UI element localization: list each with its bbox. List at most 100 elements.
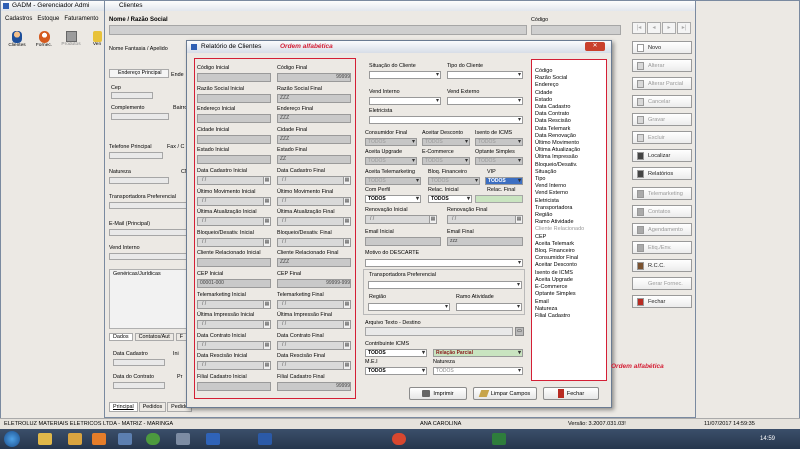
folder-icon[interactable]: ▭ — [515, 327, 524, 336]
list-item[interactable]: Data Renovação — [535, 133, 605, 140]
natureza-field[interactable] — [109, 177, 169, 184]
field-input[interactable]: / / ▦ — [277, 237, 351, 247]
relac-inicial-select[interactable]: TODOS — [428, 195, 472, 203]
toolbar-vendas[interactable]: Ven — [89, 31, 105, 47]
field-input[interactable]: / / ▦ — [277, 340, 351, 350]
limpar-button[interactable]: Limpar Campos — [473, 387, 537, 400]
data-contrato-field[interactable] — [113, 382, 165, 389]
etiq-env-button[interactable]: Etiq./Env. — [632, 241, 692, 254]
tab-principal[interactable]: Principal — [109, 402, 138, 412]
cep-field[interactable] — [111, 92, 153, 99]
regiao-select[interactable] — [368, 303, 450, 311]
arquivo-texto-field[interactable] — [365, 327, 513, 336]
relat-rios-button[interactable]: Relatórios — [632, 167, 692, 180]
list-item[interactable]: Cidade — [535, 90, 605, 97]
start-button[interactable] — [4, 431, 20, 447]
field-input[interactable] — [197, 134, 271, 144]
tab-pedidos[interactable]: Pedidos — [138, 402, 167, 412]
field-input[interactable]: / / ▦ — [277, 196, 351, 206]
list-item[interactable]: Cliente Relacionado — [535, 226, 605, 233]
isento-icms-select[interactable]: TODOS — [475, 138, 523, 146]
list-item[interactable]: Isento de ICMS — [535, 270, 605, 277]
vip-select[interactable]: TODOS — [485, 177, 523, 185]
field-input[interactable]: ZZZ — [277, 93, 351, 103]
transportadora-select[interactable] — [368, 281, 522, 289]
field-input[interactable]: / / ▦ — [197, 237, 271, 247]
tab-contatos[interactable]: Contatos/Aut — [134, 333, 174, 341]
toolbar-fornec[interactable]: Fornec. — [34, 31, 54, 48]
calendar-icon[interactable]: ▦ — [263, 362, 270, 370]
fechar-button[interactable]: Fechar — [632, 295, 692, 308]
vend-interno-field[interactable] — [109, 253, 189, 260]
chrome-taskbar-icon[interactable] — [392, 433, 406, 445]
field-input[interactable]: / / ▦ — [197, 361, 271, 371]
consumidor-final-select[interactable]: TODOS — [365, 138, 417, 146]
calendar-icon[interactable]: ▦ — [343, 197, 350, 205]
e-commerce-select[interactable]: TODOS — [422, 157, 470, 165]
field-input[interactable]: / / ▦ — [197, 176, 271, 185]
list-item[interactable]: Eletricista — [535, 198, 605, 205]
list-item[interactable]: Vend Externo — [535, 190, 605, 197]
list-item[interactable]: E-Commerce — [535, 284, 605, 291]
list-item[interactable]: Última Impressão — [535, 154, 605, 161]
excel-taskbar-icon[interactable] — [492, 433, 506, 445]
menu-estoque[interactable]: Estoque — [37, 16, 59, 22]
list-item[interactable]: Endereço — [535, 82, 605, 89]
me-select[interactable]: TODOS — [365, 367, 427, 375]
vend-externo-select[interactable] — [447, 97, 523, 105]
field-input[interactable]: ZZZ — [277, 258, 351, 268]
localizar-button[interactable]: Localizar — [632, 149, 692, 162]
data-cadastro-field[interactable] — [113, 359, 165, 366]
bloq-financeiro-select[interactable]: TODOS — [428, 177, 480, 185]
complemento-field[interactable] — [111, 113, 169, 120]
motivo-descarte-select[interactable] — [365, 259, 523, 267]
field-input[interactable]: / / ▦ — [277, 176, 351, 185]
r-c-c-button[interactable]: R.C.C. — [632, 259, 692, 272]
gadm-taskbar-icon[interactable] — [206, 433, 220, 445]
list-item[interactable]: CEP — [535, 234, 605, 241]
field-input[interactable] — [197, 73, 271, 82]
field-input[interactable]: / / ▦ — [197, 196, 271, 206]
aceita-upgrade-select[interactable]: TODOS — [365, 157, 417, 165]
list-item[interactable]: Região — [535, 212, 605, 219]
field-input[interactable]: ZZZ — [277, 134, 351, 144]
transportadora-field[interactable] — [109, 202, 189, 209]
app2-taskbar-icon[interactable] — [176, 433, 190, 445]
list-item[interactable]: Razão Social — [535, 75, 605, 82]
tab-dados[interactable]: Dados — [109, 333, 133, 341]
list-item[interactable]: Email — [535, 299, 605, 306]
email-final-field[interactable]: zzz — [447, 237, 523, 246]
folder-taskbar-icon[interactable] — [68, 433, 82, 445]
list-item[interactable]: Código — [535, 68, 605, 75]
field-input[interactable] — [197, 93, 271, 103]
renov-final-field[interactable]: / / ▦ — [447, 215, 523, 224]
list-item[interactable]: Vend Interno — [535, 183, 605, 190]
toolbar-clientes[interactable]: Clientes — [7, 31, 27, 48]
alterar-parcial-button[interactable]: Alterar Parcial — [632, 77, 692, 90]
list-item[interactable]: Aceita Upgrade — [535, 277, 605, 284]
contribuinte-icms-select[interactable]: TODOS — [365, 349, 427, 357]
menu-faturamento[interactable]: Faturamento — [64, 16, 98, 22]
list-item[interactable]: Bloqueio/Desativ. — [535, 162, 605, 169]
calendar-icon[interactable]: ▦ — [343, 321, 350, 329]
situacao-select[interactable] — [369, 71, 441, 79]
field-input[interactable] — [197, 114, 271, 124]
relac-final-field[interactable] — [475, 195, 523, 203]
aceita-telemarketing-select[interactable]: TODOS — [365, 177, 421, 185]
codigo-field[interactable] — [531, 25, 621, 35]
renov-inicial-field[interactable]: / / ▦ — [365, 215, 437, 224]
calendar-icon[interactable]: ▦ — [343, 218, 350, 226]
ramo-atividade-select[interactable] — [456, 303, 522, 311]
gerar-fornec-button[interactable]: Gerar Fornec. — [632, 277, 692, 290]
list-item[interactable]: Natureza — [535, 306, 605, 313]
com-perfil-select[interactable]: TODOS — [365, 195, 421, 203]
list-item[interactable]: Optante Simples — [535, 291, 605, 298]
field-input[interactable]: / / ▦ — [277, 320, 351, 330]
calendar-icon[interactable]: ▦ — [263, 341, 270, 349]
email-field[interactable] — [109, 229, 189, 236]
nome-field[interactable] — [109, 25, 527, 35]
calendar-icon[interactable]: ▦ — [429, 216, 436, 223]
aceitar-desconto-select[interactable]: TODOS — [422, 138, 470, 146]
explorer-icon[interactable] — [38, 433, 52, 445]
list-item[interactable]: Estado — [535, 97, 605, 104]
